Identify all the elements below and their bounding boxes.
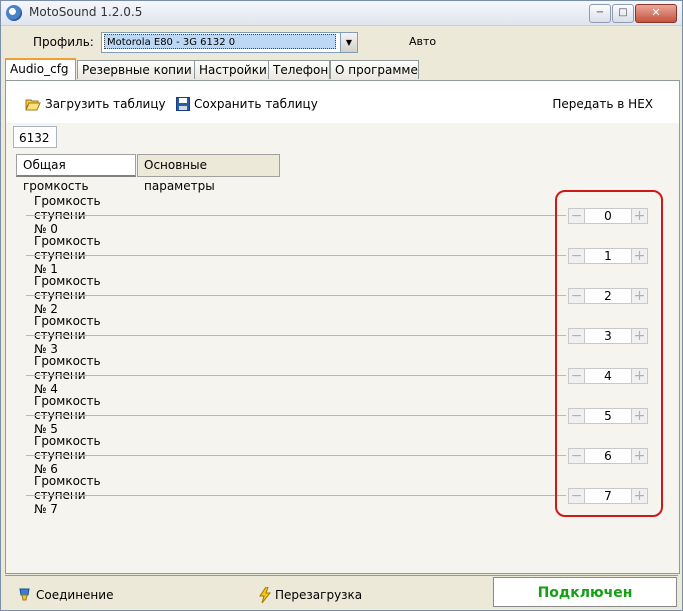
profile-value: Motorola E80 - 3G 6132 0 (104, 34, 336, 49)
highlight-annotation (555, 190, 663, 517)
reboot-button[interactable]: Перезагрузка (259, 587, 362, 603)
row-divider (26, 415, 566, 416)
subtab-general-volume[interactable]: Общая громкость (16, 154, 136, 193)
send-hex-button[interactable]: Передать в HEX (552, 97, 653, 111)
connection-button[interactable]: Соединение (17, 587, 113, 602)
tab-audio-cfg[interactable]: Audio_cfg (5, 58, 76, 80)
reboot-label: Перезагрузка (275, 588, 363, 602)
title-bar: MotoSound 1.2.0.5 − □ ✕ (1, 1, 682, 26)
row-divider (26, 495, 566, 496)
load-table-label: Загрузить таблицу (45, 97, 166, 111)
app-icon (6, 5, 22, 21)
load-table-button[interactable]: Загрузить таблицу (25, 97, 166, 111)
row-divider (26, 335, 566, 336)
connection-status: Подключен (493, 577, 677, 607)
floppy-disk-icon (176, 97, 190, 111)
app-window: MotoSound 1.2.0.5 − □ ✕ Профиль: Motorol… (0, 0, 683, 611)
profile-dropdown[interactable]: Motorola E80 - 3G 6132 0 ▼ (101, 32, 358, 53)
minimize-button[interactable]: − (589, 4, 611, 23)
connection-label: Соединение (36, 587, 114, 602)
row-divider (26, 215, 566, 216)
status-bar: Соединение Перезагрузка Подключен (5, 575, 678, 609)
close-button[interactable]: ✕ (635, 4, 677, 23)
save-table-button[interactable]: Сохранить таблицу (176, 97, 318, 111)
profile-label: Профиль: (33, 35, 94, 49)
tab-phone[interactable]: Телефон (268, 60, 330, 79)
maximize-button[interactable]: □ (612, 4, 634, 23)
mode-label: Авто (409, 35, 437, 48)
save-table-label: Сохранить таблицу (194, 97, 318, 111)
row-divider (26, 295, 566, 296)
window-title: MotoSound 1.2.0.5 (29, 5, 143, 19)
row-divider (26, 455, 566, 456)
tab-settings[interactable]: Настройки (194, 60, 269, 79)
table-id-field[interactable]: 6132 (13, 126, 57, 148)
tab-backups[interactable]: Резервные копии (77, 60, 195, 79)
tab-about[interactable]: О программе (330, 60, 419, 79)
row-divider (26, 255, 566, 256)
toolbar: Загрузить таблицу Сохранить таблицу Пере… (6, 81, 679, 123)
chevron-down-icon[interactable]: ▼ (340, 33, 357, 52)
folder-open-icon (25, 99, 41, 111)
connection-icon (19, 588, 30, 601)
audio-cfg-panel: Загрузить таблицу Сохранить таблицу Пере… (5, 80, 680, 574)
lightning-icon (259, 587, 271, 603)
row-divider (26, 375, 566, 376)
subtab-main-params[interactable]: Основные параметры (137, 154, 280, 193)
